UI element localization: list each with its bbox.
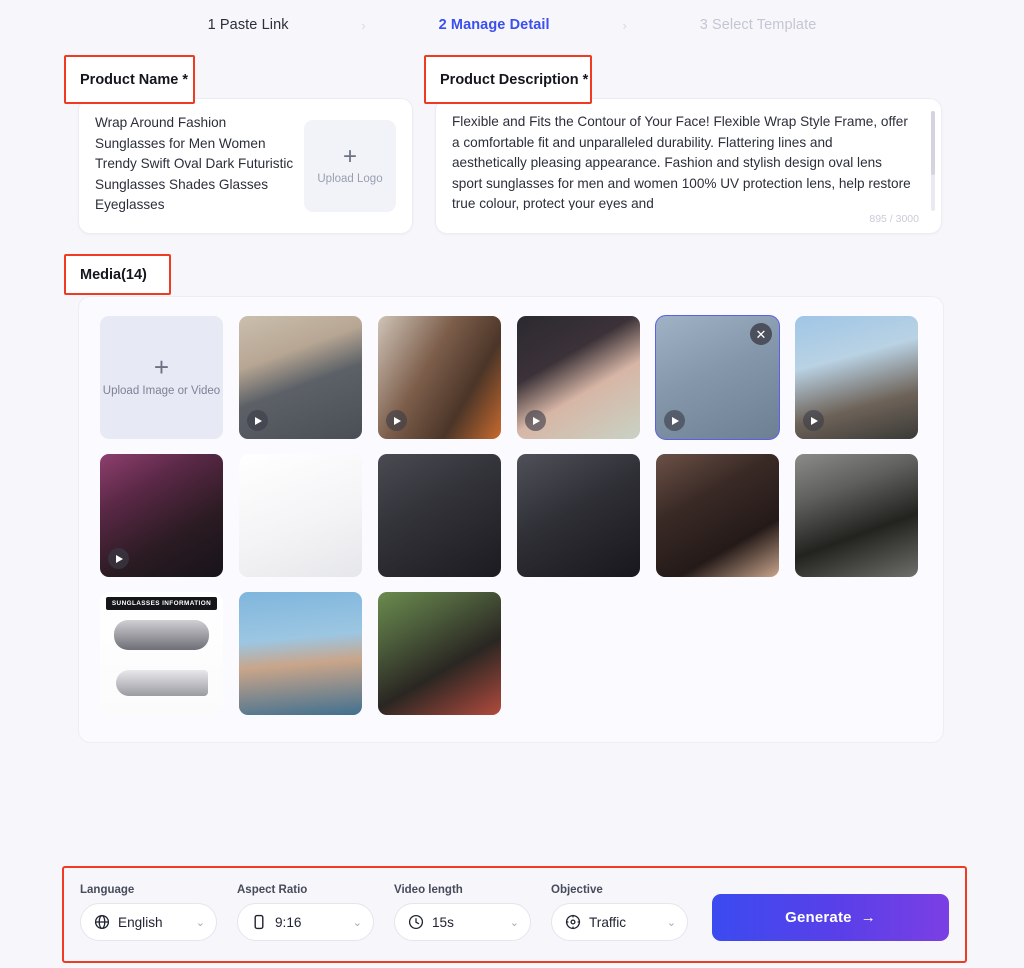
media-woman-neon-necklace[interactable] [100,454,223,577]
media-woman-beach-bridge[interactable] [239,592,362,715]
chevron-down-icon: ⌄ [509,916,519,929]
upload-logo-button[interactable]: + Upload Logo [304,120,396,212]
plus-icon: + [342,142,357,170]
aspect-ratio-label: Aspect Ratio [237,884,308,896]
media-person-street-black[interactable] [795,454,918,577]
product-name-input[interactable]: Wrap Around Fashion Sunglasses for Men W… [95,113,294,219]
objective-label: Objective [551,884,603,896]
upload-tile[interactable]: + Upload Image or Video [100,316,223,439]
media-thumbnail [378,454,501,577]
aspect-ratio-select[interactable]: 9:16 ⌄ [237,903,374,941]
play-icon[interactable] [803,410,824,431]
aspect-ratio-control: Aspect Ratio 9:16 ⌄ [237,884,374,941]
product-name-card[interactable]: Wrap Around Fashion Sunglasses for Men W… [78,98,413,234]
media-man-sunglasses-indoor[interactable] [239,316,362,439]
stepper-separator-1: › [361,17,366,33]
chevron-down-icon: ⌄ [352,916,362,929]
target-icon [565,914,581,930]
media-thumbnail [656,454,779,577]
bottom-control-bar: Language English ⌄ Aspect Ratio 9:16 ⌄ V… [62,866,967,963]
stepper-separator-2: › [622,17,627,33]
video-length-value: 15s [432,914,454,930]
video-length-select[interactable]: 15s ⌄ [394,903,531,941]
language-select[interactable]: English ⌄ [80,903,217,941]
sunglasses-diagram-top [114,620,209,650]
media-thumbnail [239,592,362,715]
media-thumbnail [795,454,918,577]
media-sunglasses-information[interactable]: SUNGLASSES INFORMATION [100,592,223,715]
play-icon[interactable] [664,410,685,431]
media-woman-cateye-closeup[interactable] [517,316,640,439]
product-name-label: Product Name * [80,71,188,88]
media-thumbnail [517,454,640,577]
media-hand-holding-sunglasses[interactable]: ✕ [655,315,780,440]
media-woman-outdoor-selfie[interactable] [795,316,918,439]
character-counter: 895 / 3000 [869,213,919,225]
arrow-right-icon: → [860,909,876,926]
phone-icon [251,914,267,930]
step-select-template[interactable]: 3 Select Template [700,17,817,33]
media-group-party[interactable] [656,454,779,577]
product-description-card[interactable]: Flexible and Fits the Contour of Your Fa… [435,98,942,234]
media-panel: + Upload Image or Video ✕ SUNGLASSES INFORM… [78,296,944,743]
media-caption: SUNGLASSES INFORMATION [106,597,217,610]
chevron-down-icon: ⌄ [666,916,676,929]
remove-media-button[interactable]: ✕ [750,323,772,345]
generate-label: Generate [785,909,852,926]
play-icon[interactable] [386,410,407,431]
play-icon[interactable] [108,548,129,569]
plus-icon: + [153,352,170,382]
media-grid: + Upload Image or Video ✕ SUNGLASSES INFORM… [100,315,943,715]
language-control: Language English ⌄ [80,884,217,941]
step-manage-detail[interactable]: 2 Manage Detail [439,17,550,33]
objective-value: Traffic [589,914,627,930]
media-couple-sunglasses[interactable] [378,592,501,715]
generate-button[interactable]: Generate → [712,894,949,941]
language-label: Language [80,884,135,896]
product-description-input[interactable]: Flexible and Fits the Contour of Your Fa… [452,112,925,210]
stepper: 1 Paste Link › 2 Manage Detail › 3 Selec… [0,0,1024,42]
video-length-label: Video length [394,884,463,896]
media-product-silver-frame[interactable] [239,454,362,577]
objective-select[interactable]: Traffic ⌄ [551,903,688,941]
globe-icon [94,914,110,930]
chevron-down-icon: ⌄ [195,916,205,929]
annotation-product-description: Product Description * [424,55,592,104]
media-thumbnail [100,592,223,715]
clock-icon [408,914,424,930]
upload-logo-label: Upload Logo [317,172,383,185]
description-scrollbar[interactable] [931,111,935,211]
media-thumbnail [239,454,362,577]
media-label: Media(14) [80,266,147,283]
detail-cards: Wrap Around Fashion Sunglasses for Men W… [0,98,1024,234]
sunglasses-diagram-side [116,670,208,696]
play-icon[interactable] [247,410,268,431]
play-icon[interactable] [525,410,546,431]
annotation-media: Media(14) [64,254,171,295]
video-length-control: Video length 15s ⌄ [394,884,531,941]
media-woman-holding-can[interactable] [517,454,640,577]
aspect-ratio-value: 9:16 [275,914,302,930]
media-woman-black-jacket[interactable] [378,454,501,577]
media-thumbnail [378,592,501,715]
product-description-label: Product Description * [440,71,589,88]
media-woman-white-frames[interactable] [378,316,501,439]
language-value: English [118,914,163,930]
annotation-product-name: Product Name * [64,55,195,104]
upload-media-label: Upload Image or Video [102,385,221,397]
objective-control: Objective Traffic ⌄ [551,884,688,941]
step-paste-link[interactable]: 1 Paste Link [208,17,289,33]
